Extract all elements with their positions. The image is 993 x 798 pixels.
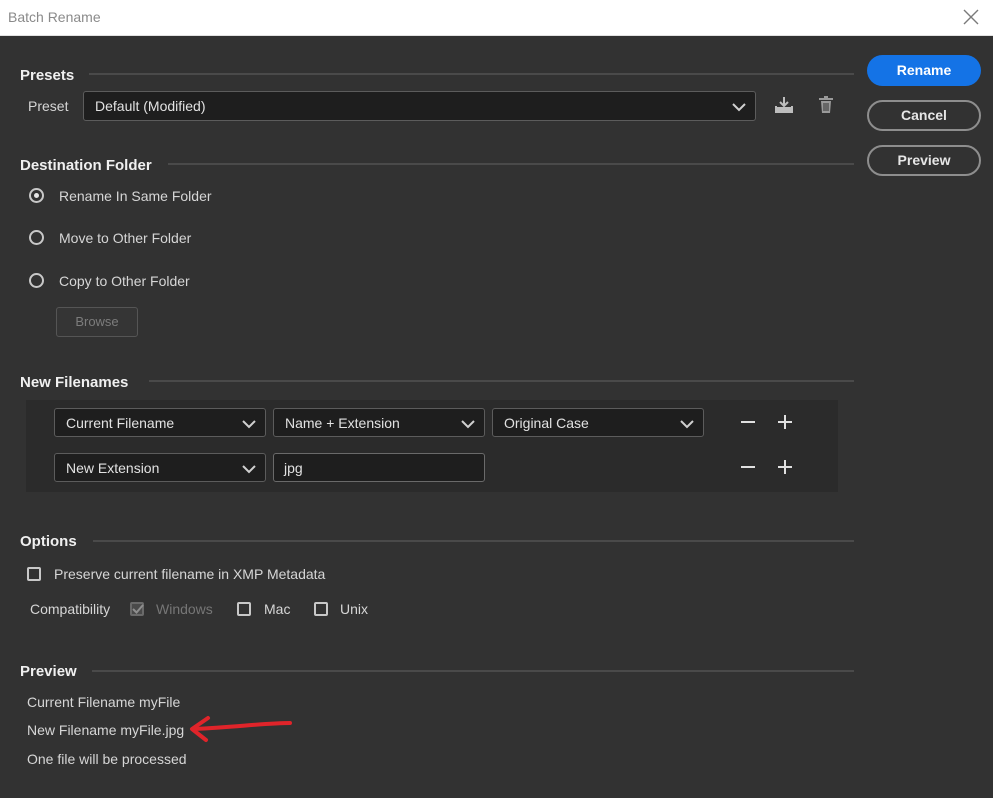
rename-button[interactable]: Rename (867, 55, 981, 86)
check-icon (132, 604, 144, 614)
row2-plus-icon[interactable] (777, 459, 793, 475)
unix-label: Unix (340, 601, 369, 617)
row2-minus-icon[interactable] (740, 459, 756, 475)
row2-type-select[interactable]: New Extension (54, 453, 266, 482)
preview-new-filename: New Filename myFile.jpg (27, 722, 185, 738)
annotation-arrow-icon (190, 716, 292, 742)
destination-section-title: Destination Folder (20, 157, 152, 174)
row1-case-value: Original Case (504, 415, 589, 431)
chevron-down-icon (680, 417, 694, 429)
chevron-down-icon (732, 100, 746, 112)
windows-label: Windows (156, 601, 213, 617)
window-title: Batch Rename (8, 9, 101, 25)
options-divider (93, 540, 854, 542)
row1-format-select[interactable]: Name + Extension (273, 408, 485, 437)
mac-checkbox[interactable] (237, 602, 251, 616)
row1-type-select[interactable]: Current Filename (54, 408, 266, 437)
cancel-button[interactable]: Cancel (867, 100, 981, 131)
copy-other-folder-radio[interactable] (29, 273, 44, 288)
preview-current-filename: Current Filename myFile (27, 694, 181, 710)
preview-section-title: Preview (20, 663, 77, 680)
row1-format-value: Name + Extension (285, 415, 400, 431)
rename-same-folder-radio[interactable] (29, 188, 44, 203)
presets-section-title: Presets (20, 67, 75, 84)
chevron-down-icon (461, 417, 475, 429)
preserve-filename-checkbox[interactable] (27, 567, 41, 581)
unix-checkbox[interactable] (314, 602, 328, 616)
title-bar: Batch Rename (0, 0, 993, 36)
row1-minus-icon[interactable] (740, 414, 756, 430)
filenames-section-title: New Filenames (20, 374, 129, 391)
close-icon[interactable] (961, 7, 981, 27)
chevron-down-icon (242, 417, 256, 429)
preview-file-count: One file will be processed (27, 751, 187, 767)
preset-label: Preset (28, 98, 69, 114)
copy-other-folder-label: Copy to Other Folder (59, 273, 190, 289)
windows-checkbox[interactable] (130, 602, 144, 616)
options-section-title: Options (20, 533, 77, 550)
move-other-folder-radio[interactable] (29, 230, 44, 245)
presets-divider (89, 73, 854, 75)
dialog-body: Rename Cancel Preview Presets Preset Def… (0, 36, 993, 798)
row1-type-value: Current Filename (66, 415, 175, 431)
move-other-folder-label: Move to Other Folder (59, 230, 192, 246)
filenames-divider (149, 380, 854, 382)
rename-same-folder-label: Rename In Same Folder (59, 188, 212, 204)
preserve-filename-label: Preserve current filename in XMP Metadat… (54, 566, 326, 582)
compatibility-label: Compatibility (30, 601, 111, 617)
preset-select-value: Default (Modified) (95, 98, 206, 114)
mac-label: Mac (264, 601, 291, 617)
preset-select[interactable]: Default (Modified) (83, 91, 756, 121)
new-extension-input[interactable]: jpg (273, 453, 485, 482)
row1-case-select[interactable]: Original Case (492, 408, 704, 437)
row2-type-value: New Extension (66, 460, 160, 476)
preview-divider (92, 670, 854, 672)
destination-divider (168, 163, 854, 165)
browse-button[interactable]: Browse (56, 307, 138, 337)
row1-plus-icon[interactable] (777, 414, 793, 430)
chevron-down-icon (242, 462, 256, 474)
preview-button[interactable]: Preview (867, 145, 981, 176)
save-preset-icon[interactable] (774, 95, 794, 115)
delete-preset-icon[interactable] (817, 95, 835, 115)
